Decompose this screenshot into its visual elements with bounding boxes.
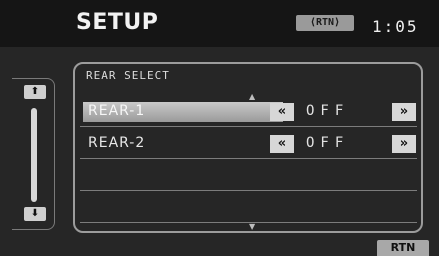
list-item-empty [80,196,417,223]
row-divider [80,158,417,159]
row-value: OFF [306,135,350,151]
scroll-down-icon[interactable]: ⬇ [24,207,46,221]
list-item-empty [80,164,417,191]
return-button[interactable]: RTN [377,240,429,256]
decrease-button[interactable]: « [270,103,294,121]
row-value: OFF [306,103,350,119]
row-divider [80,190,417,191]
list-item-rear-2[interactable]: REAR-2 « OFF » [80,132,417,159]
row-divider [80,126,417,127]
return-pill-button[interactable]: ⟨RTN⟩ [296,15,354,31]
scroll-track[interactable] [31,108,37,202]
increase-button[interactable]: » [392,103,416,121]
header-bar: SETUP ⟨RTN⟩ 1:05 [0,0,439,47]
scroll-up-icon[interactable]: ⬆ [24,85,46,99]
clock: 1:05 [372,17,419,36]
decrease-button[interactable]: « [270,135,294,153]
increase-button[interactable]: » [392,135,416,153]
panel-title: REAR SELECT [86,69,170,82]
setup-screen: SETUP ⟨RTN⟩ 1:05 ⬆ ⬇ REAR SELECT ▲ REAR-… [0,0,439,256]
list-down-indicator-icon: ▼ [249,222,256,231]
row-label: REAR-1 [88,103,146,119]
list-item-rear-1[interactable]: REAR-1 « OFF » [80,100,417,127]
page-title: SETUP [76,10,159,35]
row-label: REAR-2 [88,135,146,151]
